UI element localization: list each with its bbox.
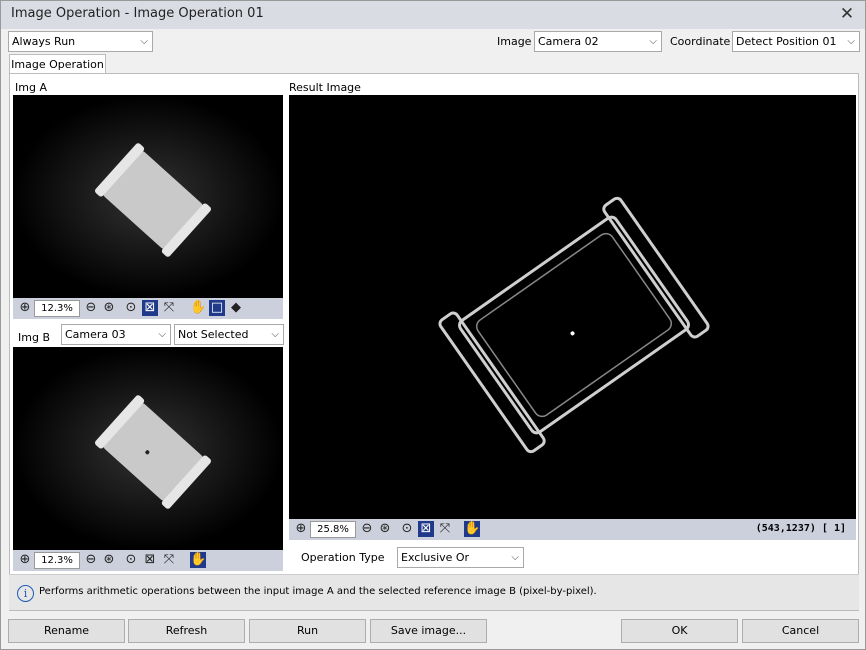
- pan-hand-icon[interactable]: ✋: [190, 552, 206, 568]
- chevron-down-icon: ⌵: [140, 36, 148, 47]
- result-image-view[interactable]: [289, 95, 856, 519]
- chevron-down-icon: ⌵: [847, 36, 855, 47]
- window-title: Image Operation - Image Operation 01: [11, 6, 264, 21]
- img-b-camera-value: Camera 03: [65, 328, 126, 341]
- coordinate-value: Detect Position 01: [736, 35, 837, 48]
- chevron-down-icon: ⌵: [158, 329, 166, 340]
- img-a-graphic: [13, 95, 283, 298]
- tab-image-operation[interactable]: Image Operation: [9, 54, 106, 74]
- result-toolbar: ⊕ 25.8% ⊖ ⊛ ⊙ ⊠ ⤧ ✋ (543,1237) [ 1]: [289, 519, 856, 540]
- tab-panel: Img A ⊕ 12.3% ⊖ ⊛ ⊙ ⊠ ⤧ ✋ □ ◆ Img B Came…: [9, 73, 859, 611]
- refresh-button[interactable]: Refresh: [128, 619, 245, 643]
- operation-type-select[interactable]: Exclusive Or ⌵: [397, 547, 524, 568]
- save-image-button[interactable]: Save image...: [370, 619, 487, 643]
- zoom-1to1-icon[interactable]: ⊙: [123, 552, 139, 568]
- rename-button[interactable]: Rename: [8, 619, 125, 643]
- image-label: Image: [497, 35, 532, 48]
- zoom-percent-icon[interactable]: ⊛: [101, 300, 117, 316]
- img-b-selection-select[interactable]: Not Selected ⌵: [174, 324, 284, 345]
- run-mode-value: Always Run: [12, 35, 76, 48]
- title-bar: Image Operation - Image Operation 01 ✕: [1, 1, 865, 29]
- zoom-1to1-icon[interactable]: ⊙: [399, 521, 415, 537]
- result-image-graphic: [289, 95, 856, 519]
- run-button[interactable]: Run: [249, 619, 366, 643]
- info-text: Performs arithmetic operations between t…: [39, 586, 597, 597]
- fullscreen-icon[interactable]: ⤧: [437, 521, 453, 537]
- zoom-out-icon[interactable]: ⊖: [83, 552, 99, 568]
- result-zoom[interactable]: 25.8%: [310, 521, 356, 538]
- cancel-button[interactable]: Cancel: [742, 619, 859, 643]
- select-rect-icon[interactable]: □: [209, 300, 225, 316]
- img-b-label: Img B: [18, 331, 50, 344]
- coordinate-select[interactable]: Detect Position 01 ⌵: [732, 31, 860, 52]
- zoom-percent-icon[interactable]: ⊛: [101, 552, 117, 568]
- pan-hand-icon[interactable]: ✋: [190, 300, 206, 316]
- zoom-1to1-icon[interactable]: ⊙: [123, 300, 139, 316]
- img-b-graphic: [13, 347, 283, 550]
- zoom-out-icon[interactable]: ⊖: [359, 521, 375, 537]
- img-b-view[interactable]: [13, 347, 283, 550]
- operation-type-label: Operation Type: [301, 551, 385, 564]
- zoom-in-icon[interactable]: ⊕: [17, 300, 33, 316]
- pan-hand-icon[interactable]: ✋: [464, 521, 480, 537]
- chevron-down-icon: ⌵: [511, 552, 519, 563]
- img-a-toolbar: ⊕ 12.3% ⊖ ⊛ ⊙ ⊠ ⤧ ✋ □ ◆: [13, 298, 283, 319]
- fullscreen-icon[interactable]: ⤧: [161, 300, 177, 316]
- dialog-window: Image Operation - Image Operation 01 ✕ A…: [0, 0, 866, 650]
- info-icon: i: [17, 585, 34, 602]
- chevron-down-icon: ⌵: [649, 36, 657, 47]
- fullscreen-icon[interactable]: ⤧: [161, 552, 177, 568]
- chevron-down-icon: ⌵: [271, 329, 279, 340]
- img-b-camera-select[interactable]: Camera 03 ⌵: [61, 324, 171, 345]
- coordinate-label: Coordinate: [670, 35, 731, 48]
- operation-type-value: Exclusive Or: [401, 551, 470, 564]
- img-a-zoom[interactable]: 12.3%: [34, 300, 80, 317]
- ok-button[interactable]: OK: [621, 619, 738, 643]
- result-image-label: Result Image: [289, 81, 361, 94]
- img-a-label: Img A: [15, 81, 47, 94]
- run-mode-select[interactable]: Always Run ⌵: [8, 31, 153, 52]
- img-b-zoom[interactable]: 12.3%: [34, 552, 80, 569]
- fit-icon[interactable]: ⊠: [418, 521, 434, 537]
- img-b-selection-value: Not Selected: [178, 328, 249, 341]
- zoom-in-icon[interactable]: ⊕: [17, 552, 33, 568]
- info-bar: i Performs arithmetic operations between…: [9, 574, 859, 610]
- zoom-in-icon[interactable]: ⊕: [293, 521, 309, 537]
- fit-icon[interactable]: ⊠: [142, 552, 158, 568]
- img-a-view[interactable]: [13, 95, 283, 298]
- zoom-percent-icon[interactable]: ⊛: [377, 521, 393, 537]
- zoom-out-icon[interactable]: ⊖: [83, 300, 99, 316]
- eraser-icon[interactable]: ◆: [228, 300, 244, 316]
- close-icon[interactable]: ✕: [837, 4, 857, 24]
- cursor-coordinates: (543,1237) [ 1]: [755, 523, 846, 534]
- image-value: Camera 02: [538, 35, 599, 48]
- img-b-toolbar: ⊕ 12.3% ⊖ ⊛ ⊙ ⊠ ⤧ ✋: [13, 550, 283, 571]
- image-select[interactable]: Camera 02 ⌵: [534, 31, 662, 52]
- fit-icon[interactable]: ⊠: [142, 300, 158, 316]
